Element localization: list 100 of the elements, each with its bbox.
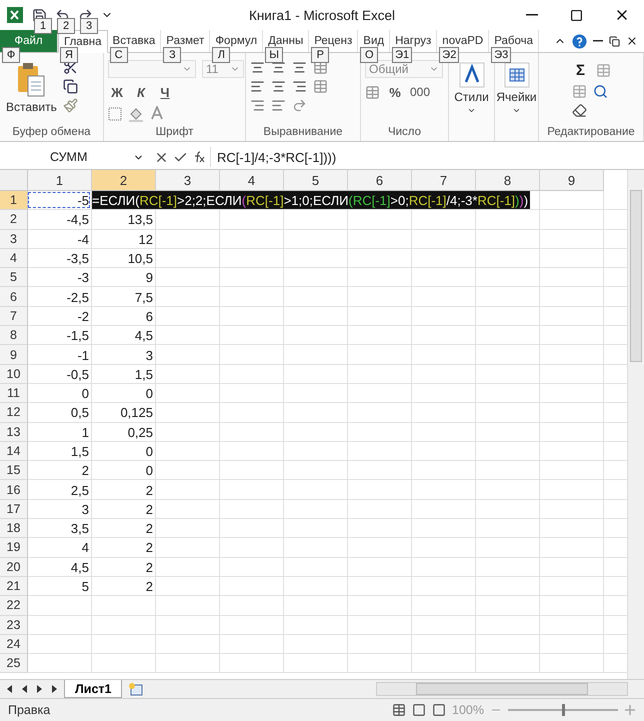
table-cell: 5: [82, 579, 89, 594]
row-header[interactable]: 17: [0, 500, 28, 520]
maximize-icon: [570, 8, 583, 22]
close-icon[interactable]: [626, 35, 638, 47]
keytip-tooltip: 3: [80, 18, 98, 34]
table-cell: 12: [138, 232, 153, 247]
caret-icon[interactable]: [512, 106, 521, 115]
table-cell: 3: [146, 348, 153, 363]
keytip-tooltip: Ф: [2, 47, 20, 63]
horizontal-scrollbar[interactable]: [376, 682, 628, 696]
row-header[interactable]: 10: [0, 364, 28, 384]
column-header[interactable]: 5: [284, 170, 348, 191]
align-left-icon[interactable]: [250, 79, 265, 94]
paste-button[interactable]: Вставить: [4, 60, 59, 116]
clear-icon[interactable]: [572, 103, 586, 118]
row-header[interactable]: 16: [0, 480, 28, 500]
save-icon[interactable]: [32, 8, 47, 22]
vertical-scrollbar[interactable]: [627, 170, 644, 679]
formula-field[interactable]: RC[-1]/4;-3*RC[-1]))): [210, 147, 644, 167]
cut-icon[interactable]: [62, 60, 78, 75]
row-header[interactable]: 25: [0, 654, 28, 674]
group-label: Шрифт: [156, 126, 194, 138]
find-icon[interactable]: [592, 84, 608, 99]
table-cell: 2,5: [70, 482, 89, 498]
table-cell: 4: [82, 540, 89, 556]
borders-icon[interactable]: [108, 107, 122, 121]
row-header[interactable]: 13: [0, 422, 28, 442]
row-header[interactable]: 3: [0, 230, 28, 249]
underline-button[interactable]: Ч: [156, 82, 174, 102]
table-cell: 13,5: [128, 212, 153, 228]
status-mode: Правка: [8, 703, 50, 717]
insert-function-icon[interactable]: [192, 150, 206, 164]
cells-icon: [504, 62, 530, 88]
fill-color-icon[interactable]: [128, 106, 144, 122]
column-header[interactable]: 6: [348, 170, 412, 191]
cells-button[interactable]: Ячейки: [494, 60, 539, 117]
table-cell: 3: [82, 502, 89, 517]
font-name-dropdown[interactable]: [108, 60, 196, 78]
column-header[interactable]: 4: [220, 170, 284, 191]
table-cell: 0: [146, 444, 153, 459]
table-cell: 2: [146, 560, 153, 575]
thousands-button[interactable]: 000: [410, 82, 430, 102]
minimize-icon[interactable]: [593, 40, 603, 42]
normal-view-icon[interactable]: [392, 703, 406, 717]
table-cell: 6: [146, 308, 153, 324]
table-cell: 2: [146, 579, 153, 594]
keytip-tooltip: Ы: [265, 47, 284, 63]
row-header[interactable]: 2: [0, 210, 28, 230]
keytip-tooltip: Л: [212, 47, 230, 63]
name-box[interactable]: СУММ: [0, 147, 150, 167]
group-label: Буфер обмена: [12, 126, 91, 138]
sheet-tab[interactable]: Лист1: [64, 680, 122, 698]
row-header[interactable]: 9: [0, 345, 28, 365]
new-sheet-icon[interactable]: [128, 682, 144, 696]
column-header[interactable]: 8: [476, 170, 540, 191]
column-header[interactable]: 1: [28, 170, 92, 191]
table-cell: 7,5: [134, 290, 153, 305]
row-header[interactable]: 7: [0, 306, 28, 326]
column-header[interactable]: 2: [92, 170, 156, 191]
bold-button[interactable]: Ж: [108, 82, 126, 102]
zoom-level: 100%: [452, 703, 484, 717]
percent-button[interactable]: %: [386, 82, 404, 102]
row-header[interactable]: 4: [0, 248, 28, 268]
caret-icon[interactable]: [467, 106, 476, 115]
zoom-slider-thumb[interactable]: [562, 704, 565, 716]
autosum-button[interactable]: Σ: [572, 60, 590, 80]
restore-icon[interactable]: [609, 36, 620, 46]
table-cell: 2: [82, 463, 89, 478]
row-header[interactable]: 8: [0, 326, 28, 346]
align-center-icon[interactable]: [271, 79, 286, 94]
table-cell: -4,5: [66, 212, 89, 228]
column-header[interactable]: 3: [156, 170, 220, 191]
excel-logo-icon[interactable]: [6, 6, 24, 24]
cell-editor[interactable]: =ЕСЛИ(RC[-1]>2;2;ЕСЛИ(RC[-1]>1;0;ЕСЛИ(RC[-1]>0;RC[-1]/4;-3*RC[-1]))): [92, 191, 530, 210]
row-header[interactable]: 14: [0, 442, 28, 462]
column-header[interactable]: 9: [540, 170, 604, 191]
row-header[interactable]: 21: [0, 576, 28, 596]
table-cell: 0,25: [128, 424, 153, 440]
styles-button[interactable]: Стили: [452, 60, 491, 117]
row-header[interactable]: 24: [0, 634, 28, 654]
row-header[interactable]: 11: [0, 384, 28, 404]
font-color-icon[interactable]: [150, 106, 164, 122]
window-title: Книга1 - Microsoft Excel: [248, 8, 396, 23]
row-header[interactable]: 15: [0, 461, 28, 480]
table-cell: 2: [146, 482, 153, 498]
table-cell: -3: [77, 270, 89, 286]
italic-button[interactable]: К: [132, 82, 150, 102]
row-header[interactable]: 19: [0, 538, 28, 558]
align-right-icon[interactable]: [292, 79, 307, 94]
row-header[interactable]: 23: [0, 616, 28, 635]
column-header[interactable]: 7: [412, 170, 476, 191]
row-header[interactable]: 12: [0, 403, 28, 423]
row-header[interactable]: 22: [0, 596, 28, 616]
row-header[interactable]: 6: [0, 287, 28, 307]
row-header[interactable]: 5: [0, 268, 28, 288]
row-header[interactable]: 20: [0, 558, 28, 577]
row-header[interactable]: 1: [0, 191, 28, 210]
help-icon[interactable]: [572, 34, 587, 48]
copy-icon[interactable]: [62, 79, 78, 94]
row-header[interactable]: 18: [0, 519, 28, 538]
